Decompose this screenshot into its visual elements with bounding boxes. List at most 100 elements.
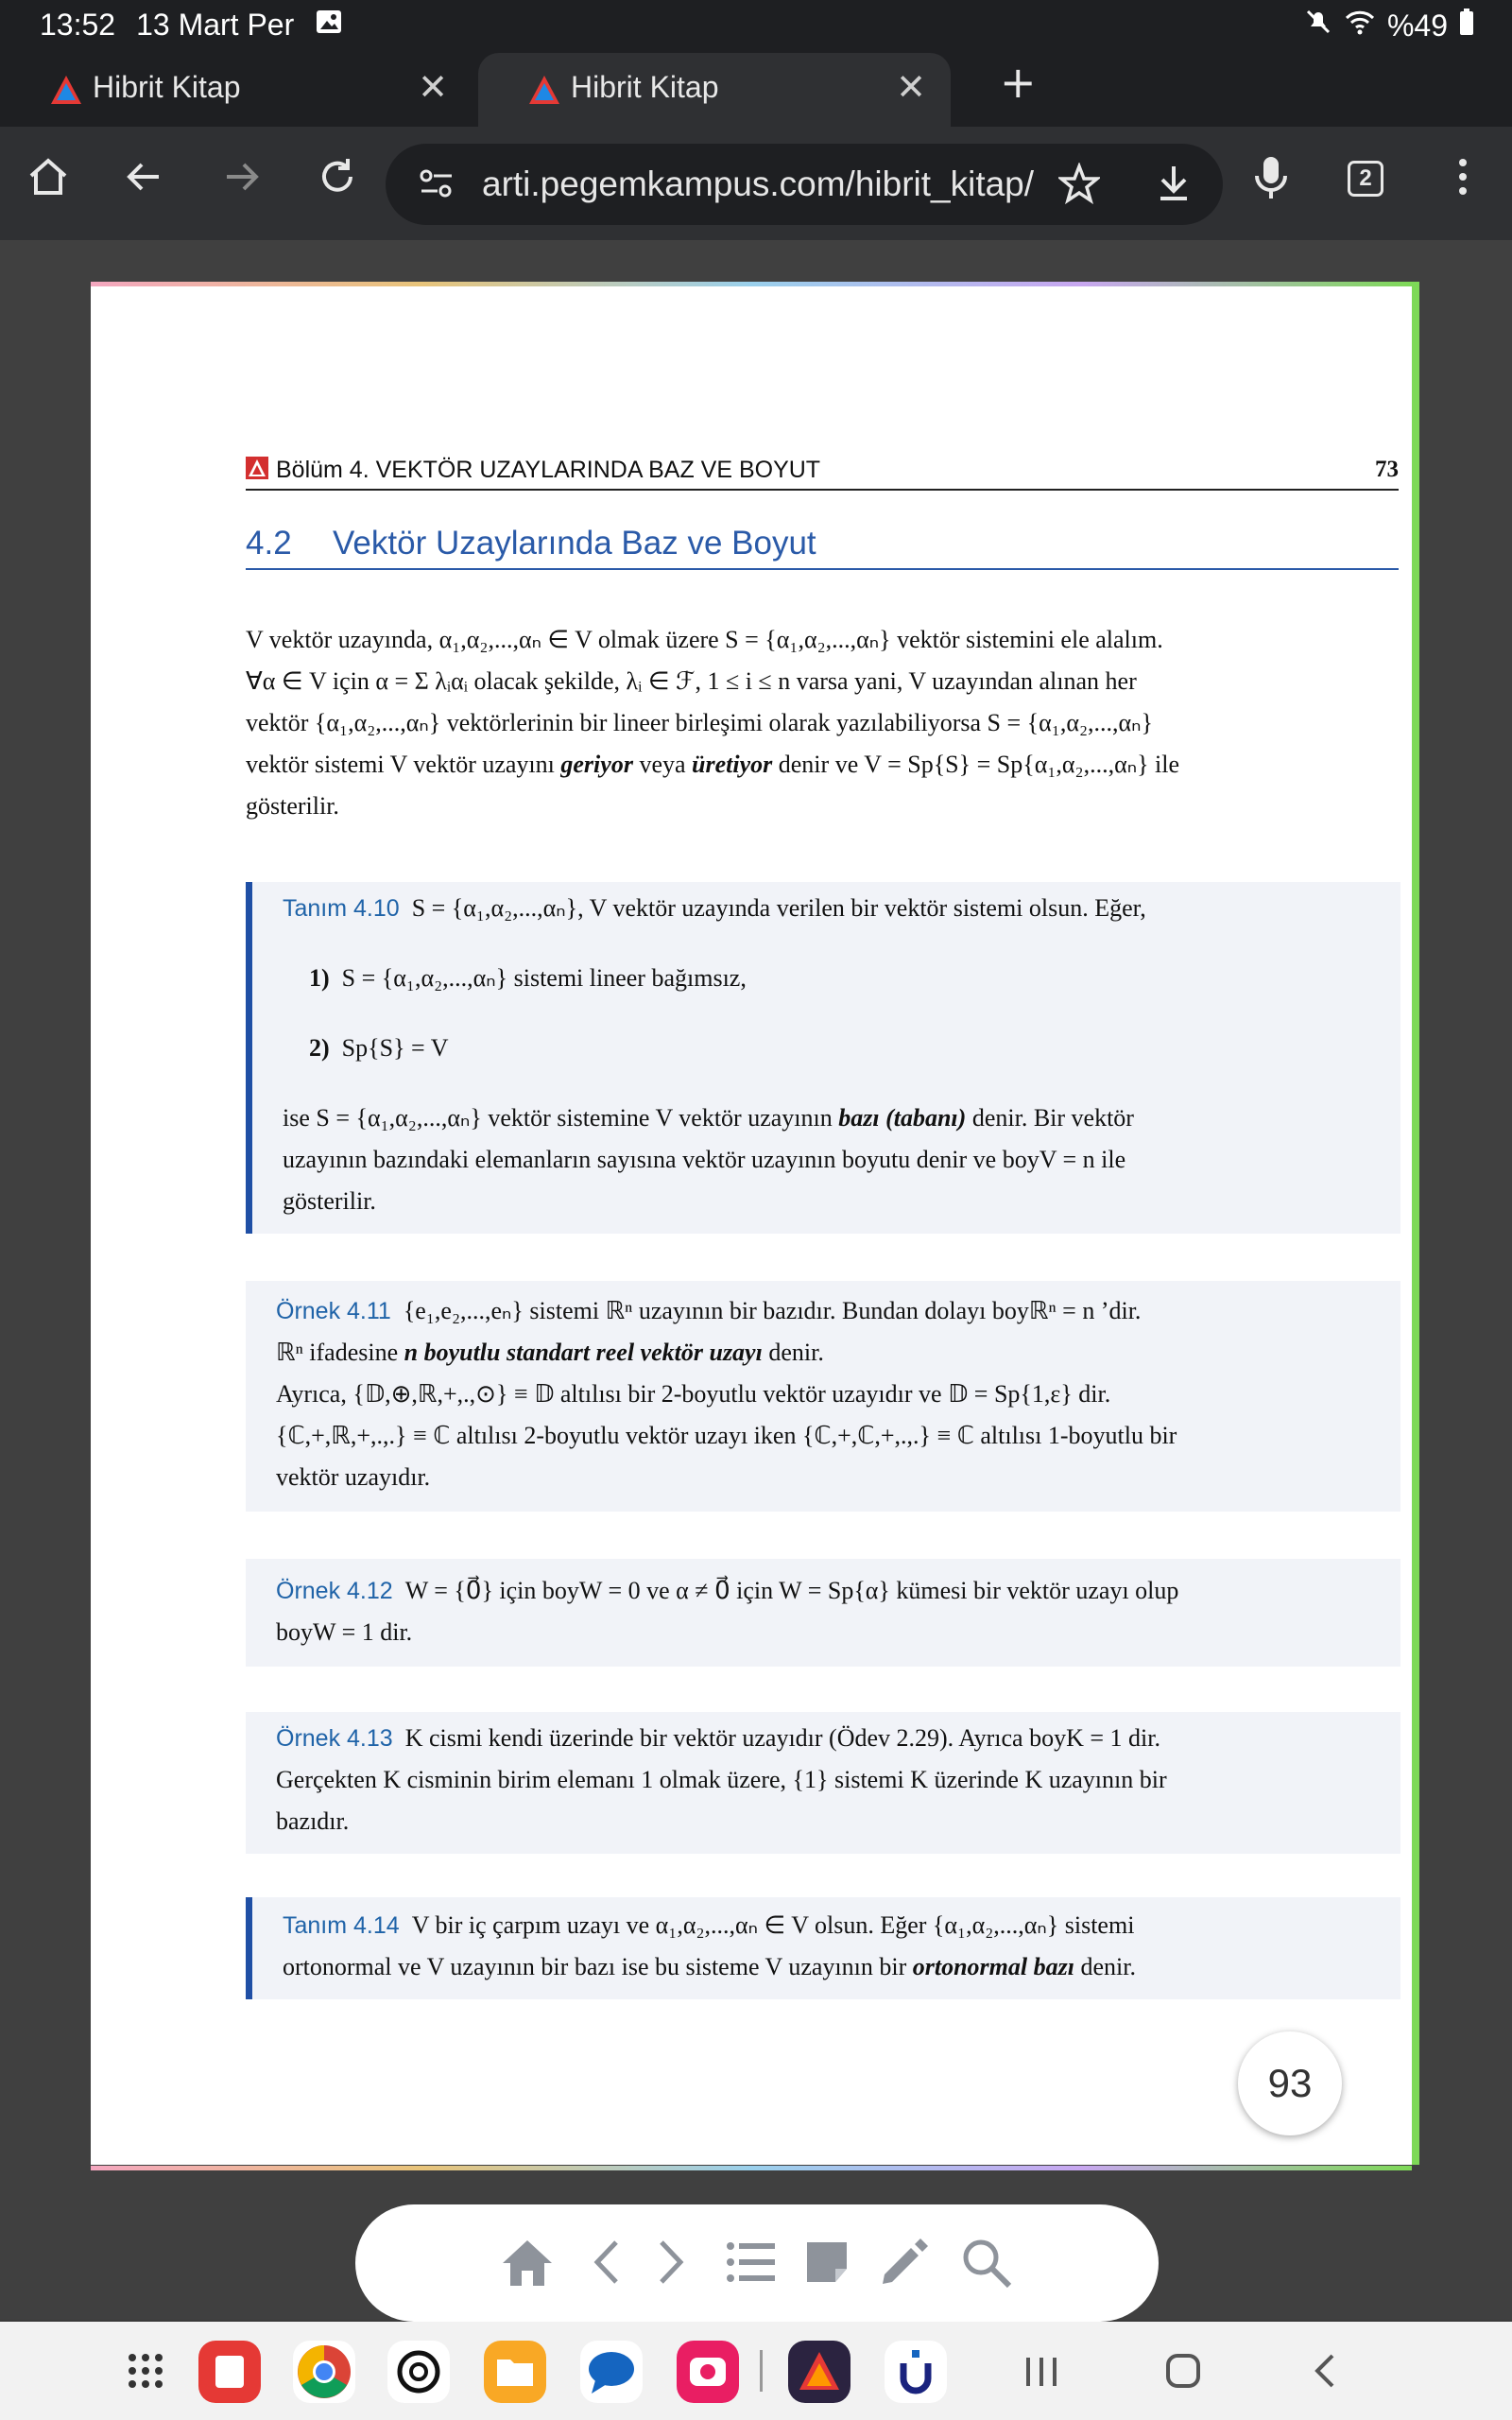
pen-icon[interactable] — [877, 2237, 930, 2293]
text-span: Sp{S} = V — [341, 1034, 449, 1062]
text-line: ℝⁿ ifadesine n boyutlu standart reel vek… — [276, 1332, 1370, 1374]
text-line: ortonormal ve V uzayının bir bazı ise bu… — [283, 1946, 1370, 1988]
site-settings-icon[interactable] — [418, 166, 455, 204]
definition-label: Tanım 4.14 — [283, 1912, 400, 1939]
messages-app-icon[interactable] — [580, 2341, 643, 2403]
definition-4-10: Tanım 4.10 S = {α₁,α₂,...,αₙ}, V vektör … — [246, 882, 1400, 1234]
text-line: gösterilir. — [246, 792, 339, 820]
notes-icon[interactable] — [803, 2237, 850, 2291]
item-number: 1) — [309, 964, 330, 992]
chatgpt-app-icon[interactable] — [387, 2341, 450, 2403]
forward-icon[interactable] — [219, 155, 263, 202]
text-line: ∀α ∈ V için α = Σ λᵢαᵢ olacak şekilde, λ… — [246, 667, 1137, 695]
back-icon[interactable] — [123, 155, 166, 202]
text-line: Ayrıca, {𝔻,⊕,ℝ,+,.,⊙} ≡ 𝔻 altılısı bir 2… — [276, 1380, 1111, 1408]
home-button-icon[interactable] — [1164, 2352, 1202, 2394]
url-text[interactable]: arti.pegemkampus.com/hibrit_kitap/ — [482, 164, 1049, 204]
home-icon[interactable] — [26, 155, 70, 202]
page-number: 73 — [1375, 457, 1399, 482]
tab-title: Hibrit Kitap — [571, 70, 719, 104]
recents-button-icon[interactable] — [1022, 2354, 1060, 2394]
text-line: boyW = 1 dir. — [276, 1618, 413, 1646]
text-span: denir. — [1074, 1953, 1136, 1980]
app-note-icon[interactable] — [198, 2341, 261, 2403]
text-line: Tanım 4.10 S = {α₁,α₂,...,αₙ}, V vektör … — [283, 888, 1370, 929]
microphone-icon[interactable] — [1249, 155, 1293, 206]
example-4-11: Örnek 4.11 {e₁,e₂,...,eₙ} sistemi ℝⁿ uza… — [246, 1281, 1400, 1512]
section-title: Vektör Uzaylarında Baz ve Boyut — [333, 525, 816, 562]
text-span: veya — [632, 751, 693, 778]
taskbar-divider — [760, 2350, 763, 2392]
text-line: V vektör uzayında, α₁,α₂,...,αₙ ∈ V olma… — [246, 626, 1163, 653]
bookmark-star-icon[interactable] — [1057, 162, 1102, 208]
text-line: gösterilir. — [283, 1187, 376, 1215]
mute-icon — [1304, 8, 1332, 43]
app-drawer-icon[interactable] — [127, 2352, 164, 2394]
text-span: ise S = {α₁,α₂,...,αₙ} vektör sistemine … — [283, 1104, 839, 1132]
text-line: Tanım 4.14 V bir iç çarpım uzayı ve α₁,α… — [283, 1905, 1370, 1946]
battery-text: %49 — [1386, 8, 1448, 43]
battery-icon — [1459, 8, 1474, 43]
text-line: uzayının bazındaki elemanların sayısına … — [283, 1146, 1126, 1173]
chrome-app-icon[interactable] — [293, 2341, 355, 2403]
browser-toolbar: arti.pegemkampus.com/hibrit_kitap/ 2 — [0, 127, 1512, 240]
tab-switcher-button[interactable]: 2 — [1348, 161, 1383, 197]
home-icon[interactable] — [499, 2237, 556, 2291]
example-label: Örnek 4.12 — [276, 1578, 393, 1604]
text-span: denir. Bir vektör — [966, 1104, 1134, 1132]
viewer-page-indicator[interactable]: 93 — [1238, 2031, 1342, 2135]
close-tab-icon[interactable]: ✕ — [896, 66, 926, 109]
back-button-icon[interactable] — [1310, 2350, 1338, 2395]
text-span: V bir iç çarpım uzayı ve α₁,α₂,...,αₙ ∈ … — [411, 1911, 1135, 1939]
term-baz: bazı (tabanı) — [838, 1104, 967, 1132]
text-line: Örnek 4.11 {e₁,e₂,...,eₙ} sistemi ℝⁿ uza… — [276, 1290, 1370, 1332]
term-geriyor: geriyor — [560, 751, 633, 778]
text-span: W = {0⃗} için boyW = 0 ve α ≠ 0⃗ için W … — [404, 1577, 1179, 1604]
site-logo-icon — [49, 74, 83, 113]
recent-app-2-icon[interactable] — [885, 2341, 947, 2403]
tab-hibrit-kitap-1[interactable]: Hibrit Kitap ✕ — [0, 53, 472, 127]
text-line: bazıdır. — [276, 1807, 350, 1835]
tab-hibrit-kitap-2[interactable]: Hibrit Kitap ✕ — [478, 53, 951, 127]
search-icon[interactable] — [960, 2237, 1013, 2293]
section-number: 4.2 — [246, 525, 292, 562]
term-uretiyor: üretiyor — [692, 751, 773, 778]
address-bar[interactable]: arti.pegemkampus.com/hibrit_kitap/ — [386, 144, 1223, 225]
text-line: ise S = {α₁,α₂,...,αₙ} vektör sistemine … — [283, 1098, 1370, 1139]
recent-app-icon[interactable] — [788, 2341, 850, 2403]
intro-paragraph: V vektör uzayında, α₁,α₂,...,αₙ ∈ V olma… — [246, 619, 1399, 827]
wifi-icon — [1344, 8, 1376, 43]
list-item: 1) S = {α₁,α₂,...,αₙ} sistemi lineer bağ… — [283, 958, 1370, 999]
text-line: Örnek 4.13 K cismi kendi üzerinde bir ve… — [276, 1718, 1370, 1759]
tab-strip: Hibrit Kitap ✕ Hibrit Kitap ✕ + — [0, 49, 1512, 127]
text-span: ortonormal ve V uzayının bir bazı ise bu… — [283, 1953, 913, 1980]
tab-title: Hibrit Kitap — [93, 70, 241, 104]
text-line: vektör uzayıdır. — [276, 1463, 431, 1491]
table-of-contents-icon[interactable] — [726, 2237, 777, 2291]
example-4-12: Örnek 4.12 W = {0⃗} için boyW = 0 ve α ≠… — [246, 1559, 1400, 1667]
download-icon[interactable] — [1153, 163, 1194, 208]
running-header: Bölüm 4. VEKTÖR UZAYLARINDA BAZ VE BOYUT… — [246, 455, 1399, 491]
site-logo-icon — [527, 74, 561, 113]
next-page-icon[interactable] — [656, 2237, 688, 2291]
camera-app-icon[interactable] — [677, 2341, 739, 2403]
book-viewer: Bölüm 4. VEKTÖR UZAYLARINDA BAZ VE BOYUT… — [0, 240, 1512, 2320]
more-menu-icon[interactable] — [1453, 155, 1472, 202]
section-heading: 4.2 Vektör Uzaylarında Baz ve Boyut — [246, 525, 1399, 570]
text-line: Örnek 4.12 W = {0⃗} için boyW = 0 ve α ≠… — [276, 1570, 1370, 1612]
reload-icon[interactable] — [316, 155, 359, 202]
example-4-13: Örnek 4.13 K cismi kendi üzerinde bir ve… — [246, 1712, 1400, 1854]
definition-label: Tanım 4.10 — [283, 895, 400, 922]
term-standard-space: n boyutlu standart reel vektör uzayı — [404, 1339, 763, 1366]
publisher-logo-icon — [246, 457, 268, 483]
text-span: {e₁,e₂,...,eₙ} sistemi ℝⁿ uzayının bir b… — [403, 1297, 1142, 1324]
files-app-icon[interactable] — [484, 2341, 546, 2403]
new-tab-icon[interactable]: + — [1000, 57, 1037, 108]
gallery-notification-icon — [315, 8, 343, 43]
term-orthonormal-basis: ortonormal bazı — [912, 1953, 1074, 1980]
text-line: {ℂ,+,ℝ,+,.,.} ≡ ℂ altılısı 2-boyutlu vek… — [276, 1422, 1177, 1449]
page-border — [91, 2166, 1412, 2170]
system-taskbar — [0, 2322, 1512, 2420]
previous-page-icon[interactable] — [590, 2237, 622, 2291]
close-tab-icon[interactable]: ✕ — [418, 66, 448, 109]
